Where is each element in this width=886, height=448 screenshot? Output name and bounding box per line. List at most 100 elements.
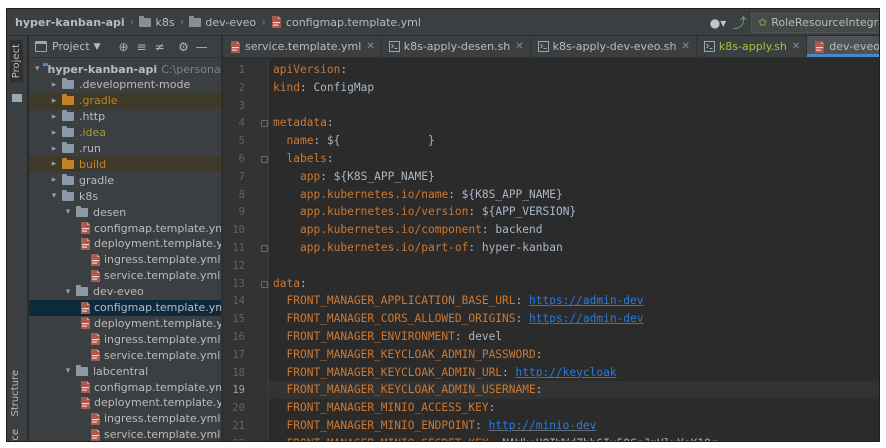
file-item[interactable]: ingress.template.yml: [29, 252, 221, 268]
yaml-key: FRONT_MANAGER_MINIO_ACCESS_KEY: [286, 401, 489, 415]
project-view-title[interactable]: Project: [52, 40, 90, 53]
tree-item-label: deployment.template.yml: [94, 316, 221, 330]
folder-item[interactable]: ▾ k8s: [29, 188, 221, 204]
yaml-colon: :: [326, 152, 341, 165]
fold-icon[interactable]: [261, 120, 268, 128]
file-item[interactable]: deployment.template.yml: [29, 395, 221, 411]
tree-item-label: .http: [79, 110, 106, 124]
folder-icon: [62, 110, 74, 122]
folder-item[interactable]: ▸ .http: [29, 109, 221, 125]
yaml-file-icon: [80, 381, 91, 393]
close-icon[interactable]: ✕: [515, 41, 523, 52]
file-item[interactable]: service.template.yml: [29, 427, 221, 442]
fold-icon[interactable]: [261, 280, 268, 288]
close-icon[interactable]: ✕: [792, 41, 800, 52]
file-item[interactable]: ingress.template.yml: [29, 331, 221, 347]
file-item[interactable]: service.template.yml: [29, 347, 221, 363]
code-line: kind: ConfigMap: [273, 79, 374, 97]
file-item[interactable]: configmap.template.yml: [29, 299, 221, 316]
folder-item[interactable]: ▾ labcentral: [29, 363, 221, 379]
breadcrumb-item[interactable]: configmap.template.yml: [271, 16, 421, 29]
editor-tab[interactable]: dev-eveo\configmap.template.yml✕: [807, 36, 880, 57]
file-item[interactable]: configmap.template.yml: [29, 220, 221, 236]
chevron-down-icon[interactable]: ▾: [49, 191, 59, 201]
yaml-file-icon: [90, 349, 101, 362]
tree-item-label: desen: [93, 205, 127, 219]
chevron-right-icon[interactable]: ▸: [49, 80, 59, 90]
line-number: 22: [223, 438, 245, 441]
chevron-right-icon[interactable]: ▸: [49, 175, 59, 185]
chevron-down-icon[interactable]: ▾: [63, 366, 73, 376]
yaml-value: ${APP_VERSION}: [481, 205, 577, 219]
tree-item-label: hyper-kanban-api: [47, 62, 158, 76]
editor-tab-label: dev-eveo\configmap.template.yml: [829, 39, 880, 53]
file-item[interactable]: deployment.template.yml: [29, 315, 221, 331]
project-panel: Project ▼ ⊕ ≡ ≠ ⚙ — ▾ hyper-kanban-api C:\…: [29, 36, 222, 442]
line-number: 6: [238, 153, 245, 165]
code-editor[interactable]: 12345678910111213141516171819202122 apiV…: [223, 59, 879, 441]
breadcrumb-separator: ›: [129, 15, 135, 29]
locate-icon[interactable]: ⊕: [115, 40, 133, 54]
tree-item-label: deployment.template.yml: [94, 237, 221, 251]
project-tool-tab[interactable]: Project: [10, 40, 23, 83]
fold-icon[interactable]: [261, 156, 268, 163]
line-number-gutter: 12345678910111213141516171819202122: [223, 59, 269, 441]
chevron-down-icon[interactable]: ▼: [94, 42, 101, 52]
hide-icon[interactable]: —: [193, 40, 211, 54]
file-item[interactable]: configmap.template.yml: [29, 379, 221, 395]
folder-item[interactable]: ▸ .development-mode: [29, 77, 221, 93]
shell-script-icon: [388, 40, 400, 52]
file-item[interactable]: deployment.template.yml: [29, 236, 221, 252]
hammer-icon[interactable]: ⤴: [729, 13, 751, 33]
yaml-file-icon: [90, 253, 101, 266]
folder-item[interactable]: ▾ hyper-kanban-apiC:\personal\dev\s: [29, 61, 221, 77]
yaml-value: ConfigMap: [313, 80, 375, 94]
chevron-right-icon[interactable]: ▸: [49, 159, 59, 169]
file-item[interactable]: service.template.yml: [29, 268, 221, 284]
breadcrumb-item[interactable]: dev-eveo: [189, 15, 256, 29]
file-item[interactable]: ingress.template.yml: [29, 411, 221, 427]
chevron-down-icon[interactable]: ▾: [35, 64, 40, 74]
chevron-right-icon[interactable]: ▸: [49, 144, 59, 154]
folder-item[interactable]: ▸ .idea: [29, 125, 221, 141]
tree-item-label: service.template.yml: [104, 428, 221, 442]
editor-tab[interactable]: k8s-apply-dev-eveo.sh ✕: [531, 36, 697, 57]
close-icon[interactable]: ✕: [682, 41, 690, 52]
chevron-down-icon[interactable]: ▾: [63, 207, 73, 217]
tree-item-label: dev-eveo: [93, 285, 144, 299]
folder-item[interactable]: ▸ .run: [29, 141, 221, 157]
breadcrumb-item[interactable]: k8s: [139, 15, 175, 29]
line-number: 20: [232, 402, 245, 415]
folder-item[interactable]: ▸ .gradle: [29, 92, 221, 109]
editor-tab-label: service.template.yml: [245, 39, 362, 53]
folder-item[interactable]: ▸ gradle: [29, 172, 221, 188]
editor-tab[interactable]: service.template.yml ✕: [223, 36, 382, 57]
chevron-right-icon[interactable]: ▸: [49, 112, 59, 122]
yaml-key: app.kubernetes.io/component: [300, 223, 482, 237]
expand-all-icon[interactable]: ≡: [133, 40, 151, 54]
editor-tab[interactable]: k8s-apply.sh ✕: [697, 36, 808, 57]
folder-item[interactable]: ▾ desen: [29, 204, 221, 220]
folder-item[interactable]: ▾ dev-eveo: [29, 284, 221, 300]
yaml-colon: :: [448, 187, 462, 201]
project-panel-header: Project ▼ ⊕ ≡ ≠ ⚙ —: [29, 36, 221, 58]
editor-tabs: service.template.yml ✕ k8s-apply-desen.sh ✕…: [223, 36, 880, 58]
settings-icon[interactable]: ⚙: [175, 40, 193, 54]
editor-tab[interactable]: k8s-apply-desen.sh ✕: [382, 36, 531, 57]
fold-icon[interactable]: [261, 245, 268, 252]
close-icon[interactable]: ✕: [366, 41, 374, 52]
structure-tool-tab[interactable]: Structure: [10, 370, 21, 417]
chevron-down-icon[interactable]: ▾: [63, 287, 73, 297]
code-line: FRONT_MANAGER_KEYCLOAK_ADMIN_USERNAME:: [287, 381, 550, 399]
folder-icon: [76, 364, 88, 376]
chevron-right-icon[interactable]: ▸: [49, 96, 59, 106]
user-icon[interactable]: ●▾: [707, 15, 729, 31]
favorites-tool-tab[interactable]: rce: [10, 429, 21, 441]
chevron-right-icon[interactable]: ▸: [49, 128, 59, 138]
yaml-url-value: https://admin-dev: [529, 294, 644, 308]
folder-item[interactable]: ▸ build: [29, 156, 221, 173]
collapse-all-icon[interactable]: ≠: [151, 40, 169, 54]
code-line: FRONT_MANAGER_KEYCLOAK_ADMIN_URL: http:/…: [287, 364, 617, 382]
run-configuration-select[interactable]: ✿ RoleResourceIntegrationT: [751, 12, 879, 33]
breadcrumb-item[interactable]: hyper-kanban-api: [15, 16, 125, 29]
